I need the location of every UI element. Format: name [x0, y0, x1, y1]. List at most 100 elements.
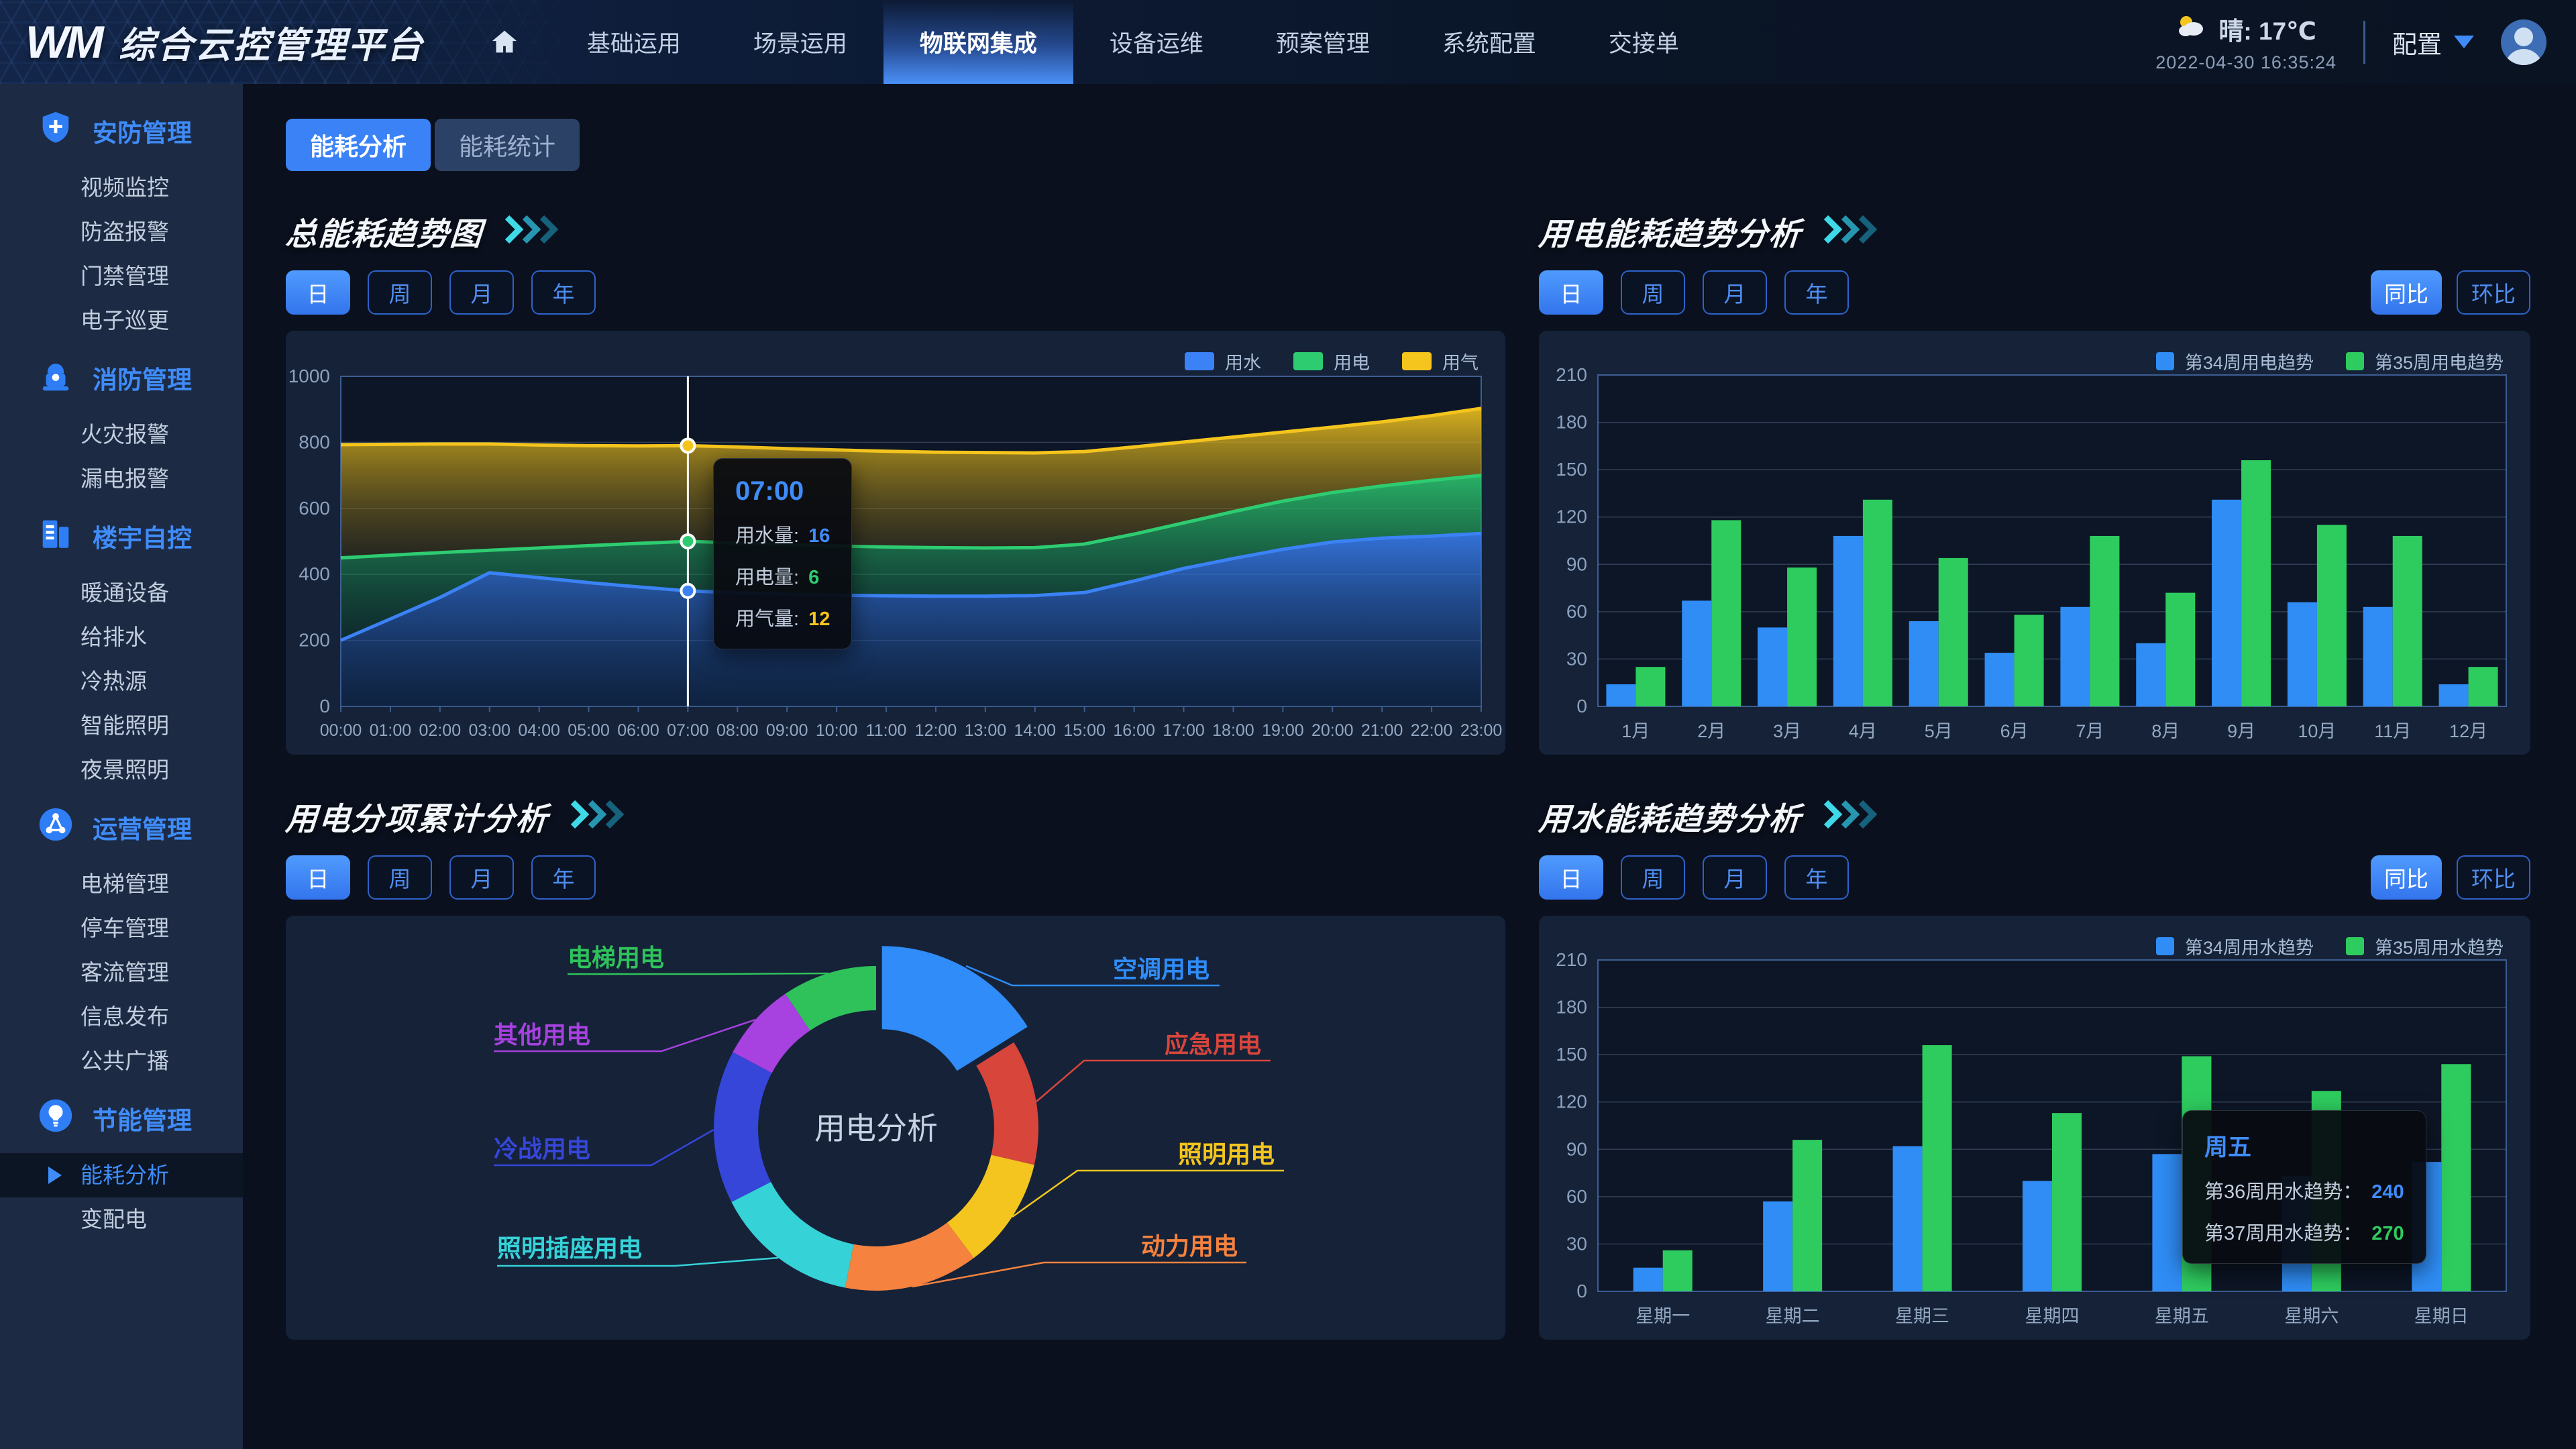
svg-text:210: 210: [1556, 949, 1587, 970]
home-icon[interactable]: [489, 27, 520, 58]
legend-item[interactable]: 用气: [1402, 348, 1479, 374]
svg-text:0: 0: [319, 696, 330, 716]
sidebar-item[interactable]: 客流管理: [0, 951, 243, 995]
period-button[interactable]: 周: [368, 270, 432, 315]
svg-text:照明插座用电: 照明插座用电: [497, 1234, 642, 1262]
sidebar-item[interactable]: 防盗报警: [0, 210, 243, 254]
electricity-bar-chart[interactable]: 03060901201501802101月2月3月4月5月6月7月8月9月10月…: [1539, 331, 2530, 755]
tab[interactable]: 能耗分析: [286, 119, 431, 171]
svg-text:应急用电: 应急用电: [1165, 1030, 1261, 1058]
sidebar-section-header[interactable]: 楼宇自控: [0, 501, 243, 571]
legend-item[interactable]: 第35周用电趋势: [2346, 348, 2504, 374]
period-button[interactable]: 月: [449, 270, 514, 315]
period-button[interactable]: 年: [1784, 270, 1849, 315]
period-button[interactable]: 日: [286, 270, 350, 315]
sidebar-item[interactable]: 电子巡更: [0, 299, 243, 343]
config-dropdown[interactable]: 配置: [2392, 24, 2474, 60]
logo: WM 综合云控管理平台: [0, 15, 425, 68]
sidebar-item[interactable]: 视频监控: [0, 166, 243, 210]
top-bar: WM 综合云控管理平台 基础运用场景运用物联网集成设备运维预案管理系统配置交接单…: [0, 0, 2576, 84]
svg-text:其他用电: 其他用电: [494, 1021, 590, 1049]
legend-item[interactable]: 第35周用水趋势: [2346, 933, 2504, 959]
app-title: 综合云控管理平台: [119, 15, 425, 68]
period-button[interactable]: 日: [286, 855, 350, 900]
legend-item[interactable]: 第34周用电趋势: [2156, 348, 2314, 374]
svg-text:11月: 11月: [2374, 721, 2411, 741]
nav-item[interactable]: 物联网集成: [883, 0, 1073, 84]
sidebar-item[interactable]: 停车管理: [0, 906, 243, 951]
compare-button[interactable]: 同比: [2371, 270, 2442, 315]
legend-electricity-bars: 第34周用电趋势 第35周用电趋势: [2156, 348, 2504, 374]
sidebar-item[interactable]: 能耗分析: [0, 1153, 243, 1197]
nav-item[interactable]: 基础运用: [551, 0, 717, 84]
nav-item[interactable]: 场景运用: [717, 0, 883, 84]
svg-text:00:00: 00:00: [320, 721, 362, 740]
period-button[interactable]: 周: [368, 855, 432, 900]
panel-total-energy-chart: 用水 用电 用气 0200400600800100000:0001:0002:000…: [286, 331, 1505, 755]
area-chart[interactable]: 0200400600800100000:0001:0002:0003:0004:…: [286, 331, 1505, 755]
tooltip-row: 第37周用水趋势：270: [2204, 1218, 2404, 1246]
tooltip-title: 07:00: [735, 476, 830, 506]
datetime-label: 2022-04-30 16:35:24: [2155, 52, 2337, 73]
period-button[interactable]: 日: [1539, 270, 1603, 315]
sidebar-section-label: 节能管理: [93, 1100, 192, 1136]
compare-button[interactable]: 同比: [2371, 855, 2442, 900]
svg-text:空调用电: 空调用电: [1113, 955, 1210, 983]
sidebar-item[interactable]: 漏电报警: [0, 457, 243, 501]
sidebar-item[interactable]: 电梯管理: [0, 862, 243, 906]
chevrons-icon: [1822, 800, 1880, 833]
sidebar-item[interactable]: 暖通设备: [0, 571, 243, 615]
sidebar-item[interactable]: 给排水: [0, 615, 243, 659]
svg-text:动力用电: 动力用电: [1141, 1232, 1238, 1260]
electricity-donut-chart[interactable]: 空调用电应急用电照明用电动力用电照明插座用电冷战用电其他用电电梯用电用电分析: [286, 916, 1505, 1340]
nav-item[interactable]: 预案管理: [1240, 0, 1406, 84]
sidebar-section-header[interactable]: 运营管理: [0, 792, 243, 862]
tooltip-title: 周五: [2204, 1128, 2404, 1163]
panel-title-electricity-trend: 用电能耗趋势分析: [1538, 208, 1804, 254]
sidebar-item[interactable]: 火灾报警: [0, 413, 243, 457]
svg-text:星期五: 星期五: [2155, 1306, 2209, 1326]
sidebar-item[interactable]: 信息发布: [0, 995, 243, 1039]
legend-item[interactable]: 用电: [1293, 348, 1370, 374]
sidebar-item[interactable]: 夜景照明: [0, 748, 243, 792]
period-button[interactable]: 周: [1621, 270, 1685, 315]
sidebar-item[interactable]: 冷热源: [0, 659, 243, 704]
legend-swatch: [1293, 352, 1323, 370]
chevrons-icon: [569, 800, 627, 833]
period-controls-3: 日周月年: [286, 855, 1505, 900]
svg-text:800: 800: [299, 431, 330, 452]
avatar[interactable]: [2501, 19, 2546, 65]
compare-button[interactable]: 环比: [2457, 855, 2530, 900]
legend-item[interactable]: 用水: [1185, 348, 1261, 374]
sidebar-section-header[interactable]: 消防管理: [0, 343, 243, 413]
period-button[interactable]: 月: [1703, 855, 1767, 900]
compare-button[interactable]: 环比: [2457, 270, 2530, 315]
period-button[interactable]: 月: [1703, 270, 1767, 315]
svg-text:600: 600: [299, 498, 330, 519]
panel-electricity-donut: 空调用电应急用电照明用电动力用电照明插座用电冷战用电其他用电电梯用电用电分析: [286, 916, 1505, 1340]
svg-text:4月: 4月: [1849, 721, 1877, 741]
period-button[interactable]: 月: [449, 855, 514, 900]
nav-item[interactable]: 设备运维: [1073, 0, 1240, 84]
column-right-row1: 用电能耗趋势分析 日周月年 同比环比 第34周用电趋势 第35周用电趋势 03060…: [1539, 194, 2530, 755]
panel-title-electricity-breakdown: 用电分项累计分析: [284, 793, 551, 839]
period-button[interactable]: 周: [1621, 855, 1685, 900]
period-button[interactable]: 日: [1539, 855, 1603, 900]
period-button[interactable]: 年: [531, 855, 596, 900]
sidebar-item[interactable]: 变配电: [0, 1197, 243, 1242]
tab[interactable]: 能耗统计: [435, 119, 580, 171]
app-root: WM 综合云控管理平台 基础运用场景运用物联网集成设备运维预案管理系统配置交接单…: [0, 0, 2576, 1449]
nav-item[interactable]: 交接单: [1572, 0, 1715, 84]
logo-mark: WM: [25, 16, 101, 68]
donut-slice: [731, 1182, 853, 1288]
period-button[interactable]: 年: [1784, 855, 1849, 900]
sidebar-section-header[interactable]: 节能管理: [0, 1083, 243, 1153]
nav-item[interactable]: 系统配置: [1406, 0, 1572, 84]
panel-title-water-trend: 用水能耗趋势分析: [1538, 793, 1804, 839]
sidebar-item[interactable]: 智能照明: [0, 704, 243, 748]
sidebar-section-header[interactable]: 安防管理: [0, 96, 243, 166]
period-button[interactable]: 年: [531, 270, 596, 315]
sidebar-item[interactable]: 门禁管理: [0, 254, 243, 299]
sidebar-item[interactable]: 公共广播: [0, 1039, 243, 1083]
legend-item[interactable]: 第34周用水趋势: [2156, 933, 2314, 959]
